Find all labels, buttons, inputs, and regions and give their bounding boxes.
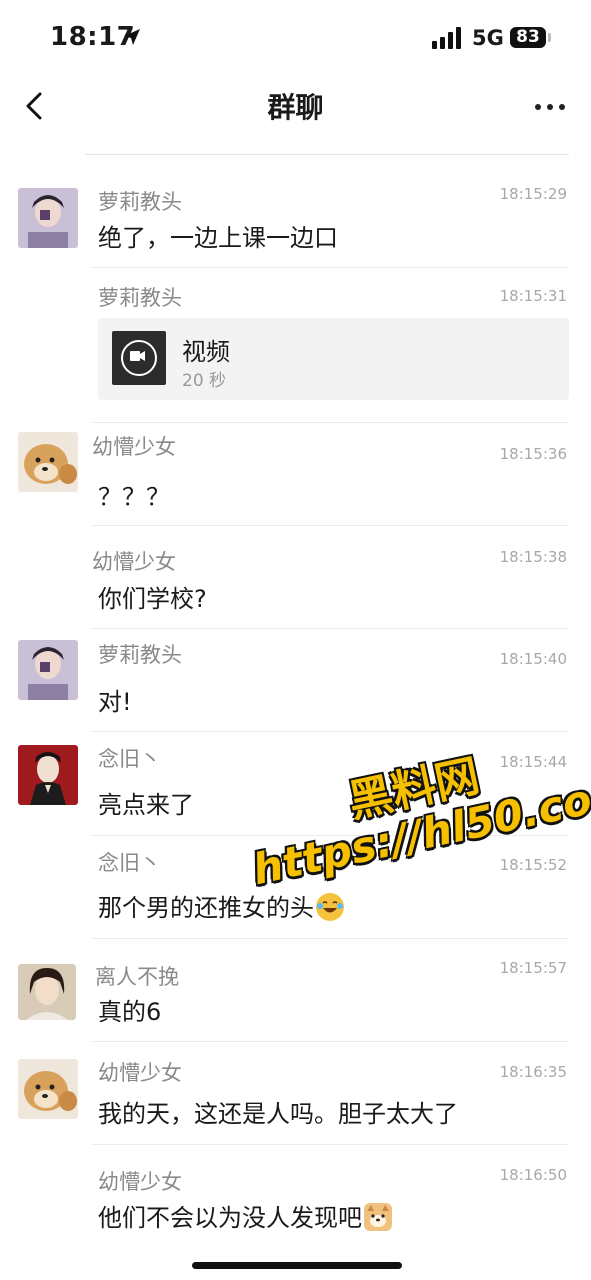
avatar[interactable] (18, 1059, 78, 1119)
message-time: 18:15:57 (499, 959, 567, 977)
message-divider (92, 938, 569, 939)
sender-name: 念旧丶 (98, 851, 161, 875)
message-item: 念旧丶 18:15:44 亮点来了 (0, 735, 591, 835)
message-text: 我的天，这还是人吗。胆子太大了 (98, 1100, 458, 1128)
sender-name: 离人不挽 (95, 965, 179, 989)
message-divider (92, 1144, 569, 1145)
doge-emoji-icon (364, 1203, 392, 1231)
home-indicator[interactable] (192, 1262, 402, 1269)
avatar[interactable] (18, 432, 78, 492)
video-title: 视频 (182, 338, 230, 366)
sender-name: 念旧丶 (98, 747, 161, 771)
message-divider (92, 422, 569, 423)
message-time: 18:15:44 (499, 753, 567, 771)
message-divider (92, 731, 569, 732)
video-message-card[interactable]: 视频 20 秒 (98, 318, 569, 400)
video-camera-icon (121, 340, 157, 376)
message-divider (92, 267, 569, 268)
avatar[interactable] (18, 745, 78, 805)
nav-divider (85, 154, 569, 155)
avatar[interactable] (18, 640, 78, 700)
message-item: 念旧丶 18:15:52 那个男的还推女的头 (0, 838, 591, 938)
sender-name: 幼懵少女 (98, 1170, 182, 1194)
sender-name: 幼懵少女 (92, 550, 176, 574)
message-text: 那个男的还推女的头 (98, 888, 344, 923)
message-item: 幼懵少女 18:15:36 ？？？ (0, 425, 591, 525)
message-time: 18:15:29 (499, 185, 567, 203)
message-time: 18:15:31 (499, 287, 567, 305)
message-text-content: 他们不会以为没人发现吧 (98, 1204, 362, 1232)
sender-name: 萝莉教头 (98, 643, 182, 667)
message-text: 他们不会以为没人发现吧 (98, 1198, 392, 1233)
video-thumbnail (112, 331, 166, 385)
message-time: 18:16:50 (499, 1166, 567, 1184)
battery-cap (548, 33, 551, 42)
message-item: 幼懵少女 18:16:35 我的天，这还是人吗。胆子太大了 (0, 1044, 591, 1144)
message-divider (92, 1041, 569, 1042)
message-item: 离人不挽 18:15:57 真的6 (0, 941, 591, 1041)
status-bar: 18:17 5G 83 (0, 0, 591, 80)
video-duration: 20 秒 (182, 371, 227, 391)
sender-name: 幼懵少女 (92, 435, 176, 459)
message-time: 18:16:35 (499, 1063, 567, 1081)
message-text: 绝了，一边上课一边口 (98, 224, 338, 252)
message-item: 幼懵少女 18:16:50 他们不会以为没人发现吧 (0, 1148, 591, 1248)
cellular-signal-icon (432, 27, 464, 49)
message-time: 18:15:36 (499, 445, 567, 463)
message-item: 萝莉教头 18:15:29 绝了，一边上课一边口 (0, 180, 591, 270)
message-text: 真的6 (98, 998, 162, 1026)
message-item: 萝莉教头 18:15:40 对! (0, 632, 591, 732)
message-text-content: 那个男的还推女的头 (98, 894, 314, 922)
message-time: 18:15:52 (499, 856, 567, 874)
message-item: 幼懵少女 18:15:38 你们学校? (0, 528, 591, 628)
avatar[interactable] (18, 964, 76, 1020)
message-divider (92, 628, 569, 629)
location-arrow-icon (124, 29, 140, 45)
more-options-icon[interactable] (530, 92, 570, 120)
battery-icon: 83 (510, 27, 546, 48)
nav-bar: 群聊 (0, 70, 591, 140)
message-text: 对! (98, 688, 132, 716)
sender-name: 萝莉教头 (98, 190, 182, 214)
message-divider (92, 525, 569, 526)
sender-name: 幼懵少女 (98, 1061, 182, 1085)
page-title: 群聊 (267, 91, 324, 124)
message-text: ？？？ (98, 483, 170, 511)
message-divider (92, 835, 569, 836)
message-text: 亮点来了 (98, 791, 194, 819)
sender-name: 萝莉教头 (98, 286, 182, 310)
message-time: 18:15:38 (499, 548, 567, 566)
avatar[interactable] (18, 188, 78, 248)
laughing-tears-emoji-icon (316, 893, 344, 921)
message-time: 18:15:40 (499, 650, 567, 668)
message-text: 你们学校? (98, 585, 207, 613)
network-type: 5G (472, 26, 504, 50)
